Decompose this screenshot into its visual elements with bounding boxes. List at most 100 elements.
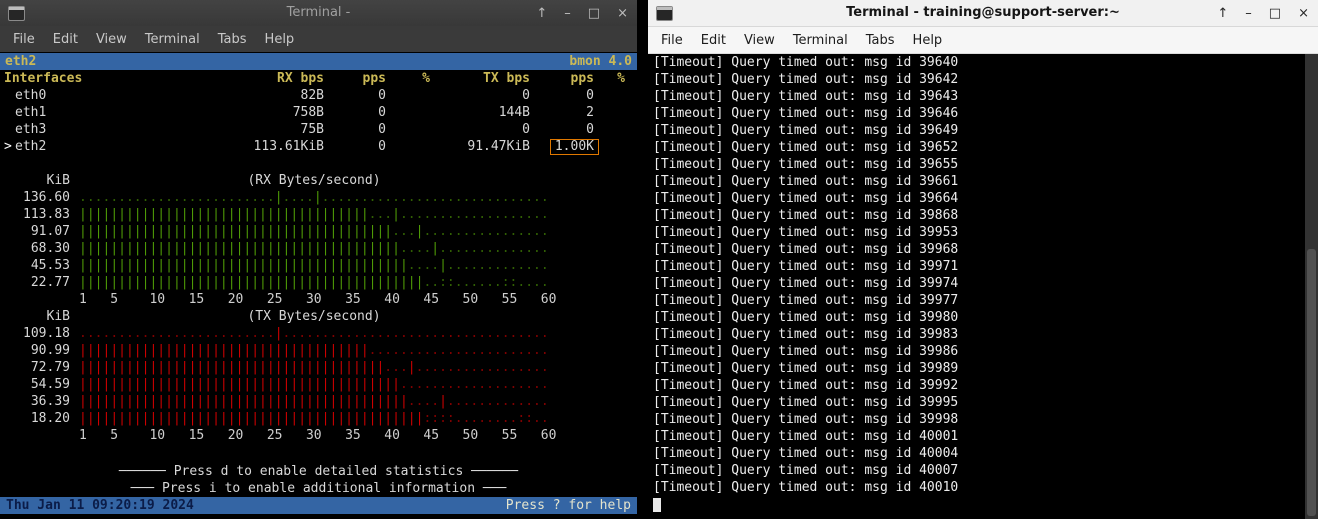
graph-header: KiB(RX Bytes/second) xyxy=(0,172,637,189)
window-buttons: ↑ – □ × xyxy=(536,0,628,26)
graph-row: 136.60.........................|....|...… xyxy=(0,189,637,206)
cell-tx_pct xyxy=(594,121,625,138)
interface-row-eth1: eth1758B0144B2 xyxy=(0,104,637,121)
window-buttons: ↑ – □ × xyxy=(1217,0,1309,26)
menu-item-edit[interactable]: Edit xyxy=(692,29,735,52)
terminal-line: [Timeout] Query timed out: msg id 39868 xyxy=(648,207,1318,224)
selection-marker xyxy=(4,87,15,104)
bmon-graphs: KiB(RX Bytes/second)136.60..............… xyxy=(0,172,637,444)
graph-bars: ||||||||||||||||||||||||||||||||||||||||… xyxy=(79,223,549,240)
left-menubar: FileEditViewTerminalTabsHelp xyxy=(0,26,637,52)
cell-rx: 758B xyxy=(229,104,324,121)
graph-y-label: 136.60 xyxy=(0,189,79,206)
graph-y-label: 109.18 xyxy=(0,325,79,342)
cell-rx_pps: 0 xyxy=(324,104,386,121)
menu-item-view[interactable]: View xyxy=(87,28,136,51)
terminal-line: [Timeout] Query timed out: msg id 40007 xyxy=(648,462,1318,479)
selection-marker xyxy=(4,104,15,121)
cell-tx_pps: 0 xyxy=(530,87,594,104)
graph-bars: .........................|..............… xyxy=(79,325,549,342)
terminal-line: [Timeout] Query timed out: msg id 39664 xyxy=(648,190,1318,207)
cell-rx_pps: 0 xyxy=(324,121,386,138)
graph-row: 45.53|||||||||||||||||||||||||||||||||||… xyxy=(0,257,637,274)
terminal-line: [Timeout] Query timed out: msg id 40001 xyxy=(648,428,1318,445)
highlight-box: 1.00K xyxy=(550,139,599,155)
status-help: Press ? for help xyxy=(506,497,631,514)
graph-row: 36.39|||||||||||||||||||||||||||||||||||… xyxy=(0,393,637,410)
terminal-line: [Timeout] Query timed out: msg id 39649 xyxy=(648,122,1318,139)
shade-button[interactable]: ↑ xyxy=(1217,6,1228,21)
graph-row: 18.20|||||||||||||||||||||||||||||||||||… xyxy=(0,410,637,427)
minimize-button[interactable]: – xyxy=(564,6,571,21)
terminal-line: [Timeout] Query timed out: msg id 39998 xyxy=(648,411,1318,428)
cell-tx_pct xyxy=(594,138,625,155)
terminal-log: [Timeout] Query timed out: msg id 39640[… xyxy=(648,54,1318,496)
menu-item-help[interactable]: Help xyxy=(256,28,304,51)
menu-item-help[interactable]: Help xyxy=(904,29,952,52)
graph-bars: ||||||||||||||||||||||||||||||||||||||||… xyxy=(79,240,549,257)
terminal-cursor xyxy=(653,498,661,512)
graph-row: 22.77|||||||||||||||||||||||||||||||||||… xyxy=(0,274,637,291)
scrollbar[interactable] xyxy=(1305,54,1318,519)
cell-tx: 0 xyxy=(430,121,530,138)
menu-item-tabs[interactable]: Tabs xyxy=(857,29,904,52)
terminal-line: [Timeout] Query timed out: msg id 40004 xyxy=(648,445,1318,462)
maximize-button[interactable]: □ xyxy=(1269,6,1281,21)
selection-marker: > xyxy=(4,138,15,155)
graph-bars: |||||||||||||||||||||||||||||||||||||...… xyxy=(79,342,549,359)
selection-marker xyxy=(4,121,15,138)
close-button[interactable]: × xyxy=(1298,6,1309,21)
minimize-button[interactable]: – xyxy=(1245,6,1252,21)
status-date: Thu Jan 11 09:20:19 2024 xyxy=(6,497,194,514)
shade-button[interactable]: ↑ xyxy=(536,6,547,21)
header-interfaces: Interfaces xyxy=(4,70,229,87)
graph-title: (RX Bytes/second) xyxy=(79,172,549,189)
header-rx-pct: % xyxy=(386,70,430,87)
header-tx-bps: TX bps xyxy=(430,70,530,87)
header-rx-bps: RX bps xyxy=(229,70,324,87)
status-bar: Thu Jan 11 09:20:19 2024 Press ? for hel… xyxy=(0,497,637,514)
menu-item-terminal[interactable]: Terminal xyxy=(784,29,857,52)
graph-row: 72.79|||||||||||||||||||||||||||||||||||… xyxy=(0,359,637,376)
header-tx-pct: % xyxy=(594,70,625,87)
terminal-line: [Timeout] Query timed out: msg id 39971 xyxy=(648,258,1318,275)
cell-tx_pps: 1.00K xyxy=(530,138,594,155)
graph-unit-label: KiB xyxy=(0,308,79,325)
graph-bars: |||||||||||||||||||||||||||||||||||||...… xyxy=(79,206,549,223)
x-axis-pad xyxy=(0,427,79,444)
terminal-line: [Timeout] Query timed out: msg id 39992 xyxy=(648,377,1318,394)
cell-rx_pps: 0 xyxy=(324,138,386,155)
rx-graph: KiB(RX Bytes/second)136.60..............… xyxy=(0,172,637,308)
graph-row: 90.99|||||||||||||||||||||||||||||||||||… xyxy=(0,342,637,359)
terminal-line: [Timeout] Query timed out: msg id 39977 xyxy=(648,292,1318,309)
right-titlebar: Terminal - training@support-server:~ ↑–□… xyxy=(648,0,1318,27)
interface-name: eth1 xyxy=(4,104,229,121)
info-hint: ─── Press i to enable additional informa… xyxy=(0,480,637,497)
menu-item-edit[interactable]: Edit xyxy=(44,28,87,51)
cell-tx_pct xyxy=(594,87,625,104)
menu-item-view[interactable]: View xyxy=(735,29,784,52)
terminal-output[interactable]: [Timeout] Query timed out: msg id 39640[… xyxy=(648,54,1318,519)
graph-title: (TX Bytes/second) xyxy=(79,308,549,325)
graph-row: 109.18.........................|........… xyxy=(0,325,637,342)
scrollbar-thumb[interactable] xyxy=(1307,249,1316,516)
interface-name: eth0 xyxy=(4,87,229,104)
x-axis-labels: 1 5 10 15 20 25 30 35 40 45 50 55 60 xyxy=(79,291,556,308)
menu-item-tabs[interactable]: Tabs xyxy=(209,28,256,51)
blank-line xyxy=(0,155,637,172)
bmon-screen[interactable]: eth2 bmon 4.0 Interfaces RX bps pps % TX… xyxy=(0,52,637,519)
menu-item-file[interactable]: File xyxy=(4,28,44,51)
close-button[interactable]: × xyxy=(617,6,628,21)
cell-rx: 82B xyxy=(229,87,324,104)
graph-bars: |||||||||||||||||||||||||||||||||||||||.… xyxy=(79,359,549,376)
menu-item-file[interactable]: File xyxy=(652,29,692,52)
terminal-line: [Timeout] Query timed out: msg id 39986 xyxy=(648,343,1318,360)
terminal-line: [Timeout] Query timed out: msg id 40010 xyxy=(648,479,1318,496)
cell-rx_pct xyxy=(386,87,430,104)
cell-rx_pct xyxy=(386,121,430,138)
terminal-line: [Timeout] Query timed out: msg id 39968 xyxy=(648,241,1318,258)
interface-row-eth3: eth375B000 xyxy=(0,121,637,138)
menu-item-terminal[interactable]: Terminal xyxy=(136,28,209,51)
graph-row: 113.83||||||||||||||||||||||||||||||||||… xyxy=(0,206,637,223)
maximize-button[interactable]: □ xyxy=(588,6,600,21)
